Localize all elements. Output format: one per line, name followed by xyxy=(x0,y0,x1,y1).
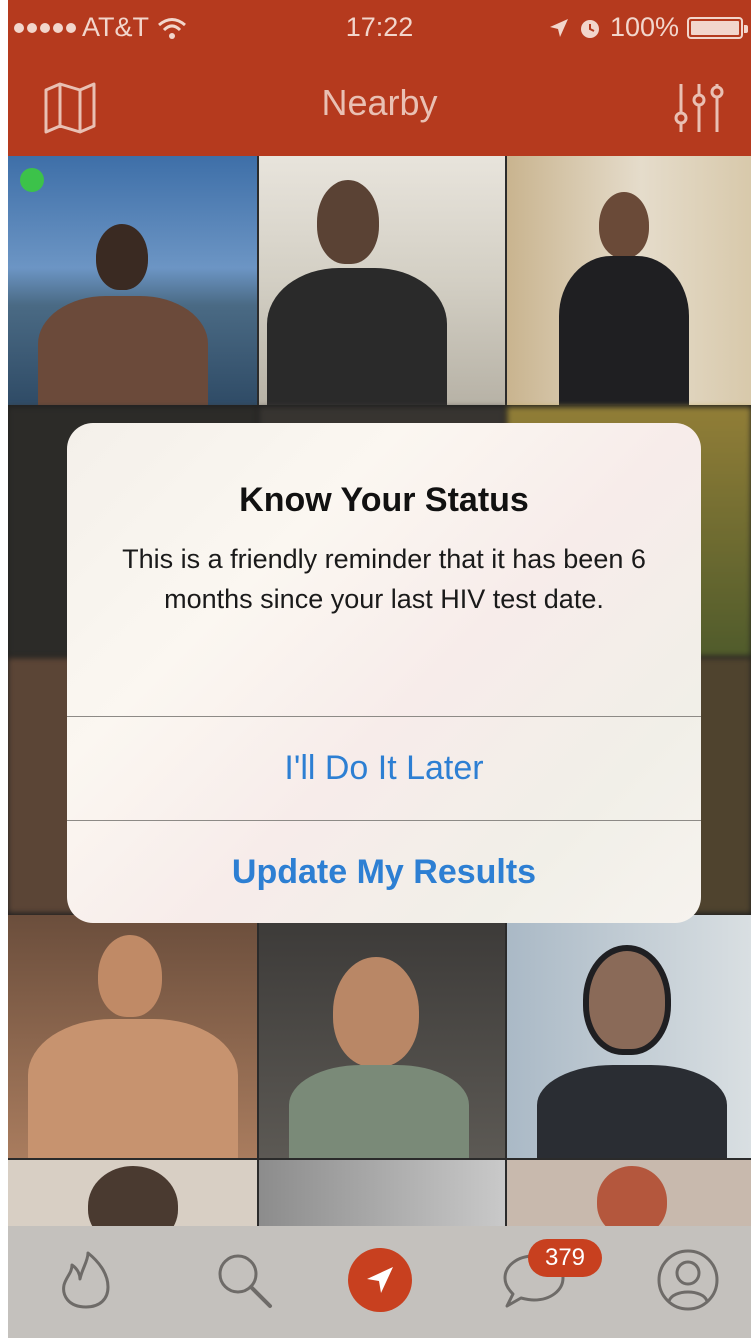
profile-tile[interactable] xyxy=(8,915,257,1158)
profile-tile[interactable] xyxy=(507,1160,751,1226)
status-right: 100% xyxy=(548,12,748,43)
status-bar: AT&T 17:22 100% xyxy=(8,0,751,56)
tab-search[interactable] xyxy=(204,1240,284,1320)
online-status-dot xyxy=(20,168,44,192)
profile-tile[interactable] xyxy=(259,915,505,1158)
page-title: Nearby xyxy=(321,82,438,123)
profile-tile[interactable] xyxy=(507,915,751,1158)
filter-sliders-icon[interactable] xyxy=(669,78,729,138)
tab-nearby[interactable] xyxy=(340,1240,420,1320)
profile-tile[interactable] xyxy=(259,156,505,405)
profile-tile[interactable] xyxy=(8,1160,257,1226)
battery-icon xyxy=(687,16,748,39)
search-icon xyxy=(218,1254,272,1308)
location-arrow-icon xyxy=(367,1267,393,1293)
location-services-icon xyxy=(549,18,568,37)
update-results-button[interactable]: Update My Results xyxy=(67,821,701,923)
flame-icon xyxy=(62,1251,110,1309)
status-reminder-alert: Know Your Status This is a friendly remi… xyxy=(67,423,701,923)
tab-nearby-highlight xyxy=(348,1248,412,1312)
tab-bar xyxy=(8,1226,751,1338)
profile-icon xyxy=(657,1249,719,1311)
tab-profile[interactable] xyxy=(648,1240,728,1320)
profile-tile[interactable] xyxy=(259,1160,505,1226)
battery-percent: 100% xyxy=(609,12,679,42)
app-screen: AT&T 17:22 100% Nearby Know Your Status … xyxy=(8,0,751,1338)
profile-tile[interactable] xyxy=(8,156,257,405)
nav-bar: Nearby xyxy=(8,56,751,156)
alert-title: Know Your Status xyxy=(239,481,529,519)
unread-messages-badge: 379 xyxy=(528,1239,602,1277)
alarm-icon xyxy=(580,19,599,38)
alert-message: This is a friendly reminder that it has … xyxy=(122,544,646,614)
do-it-later-button[interactable]: I'll Do It Later xyxy=(67,717,701,820)
profile-tile[interactable] xyxy=(507,156,751,405)
tab-fresh[interactable] xyxy=(46,1240,126,1320)
